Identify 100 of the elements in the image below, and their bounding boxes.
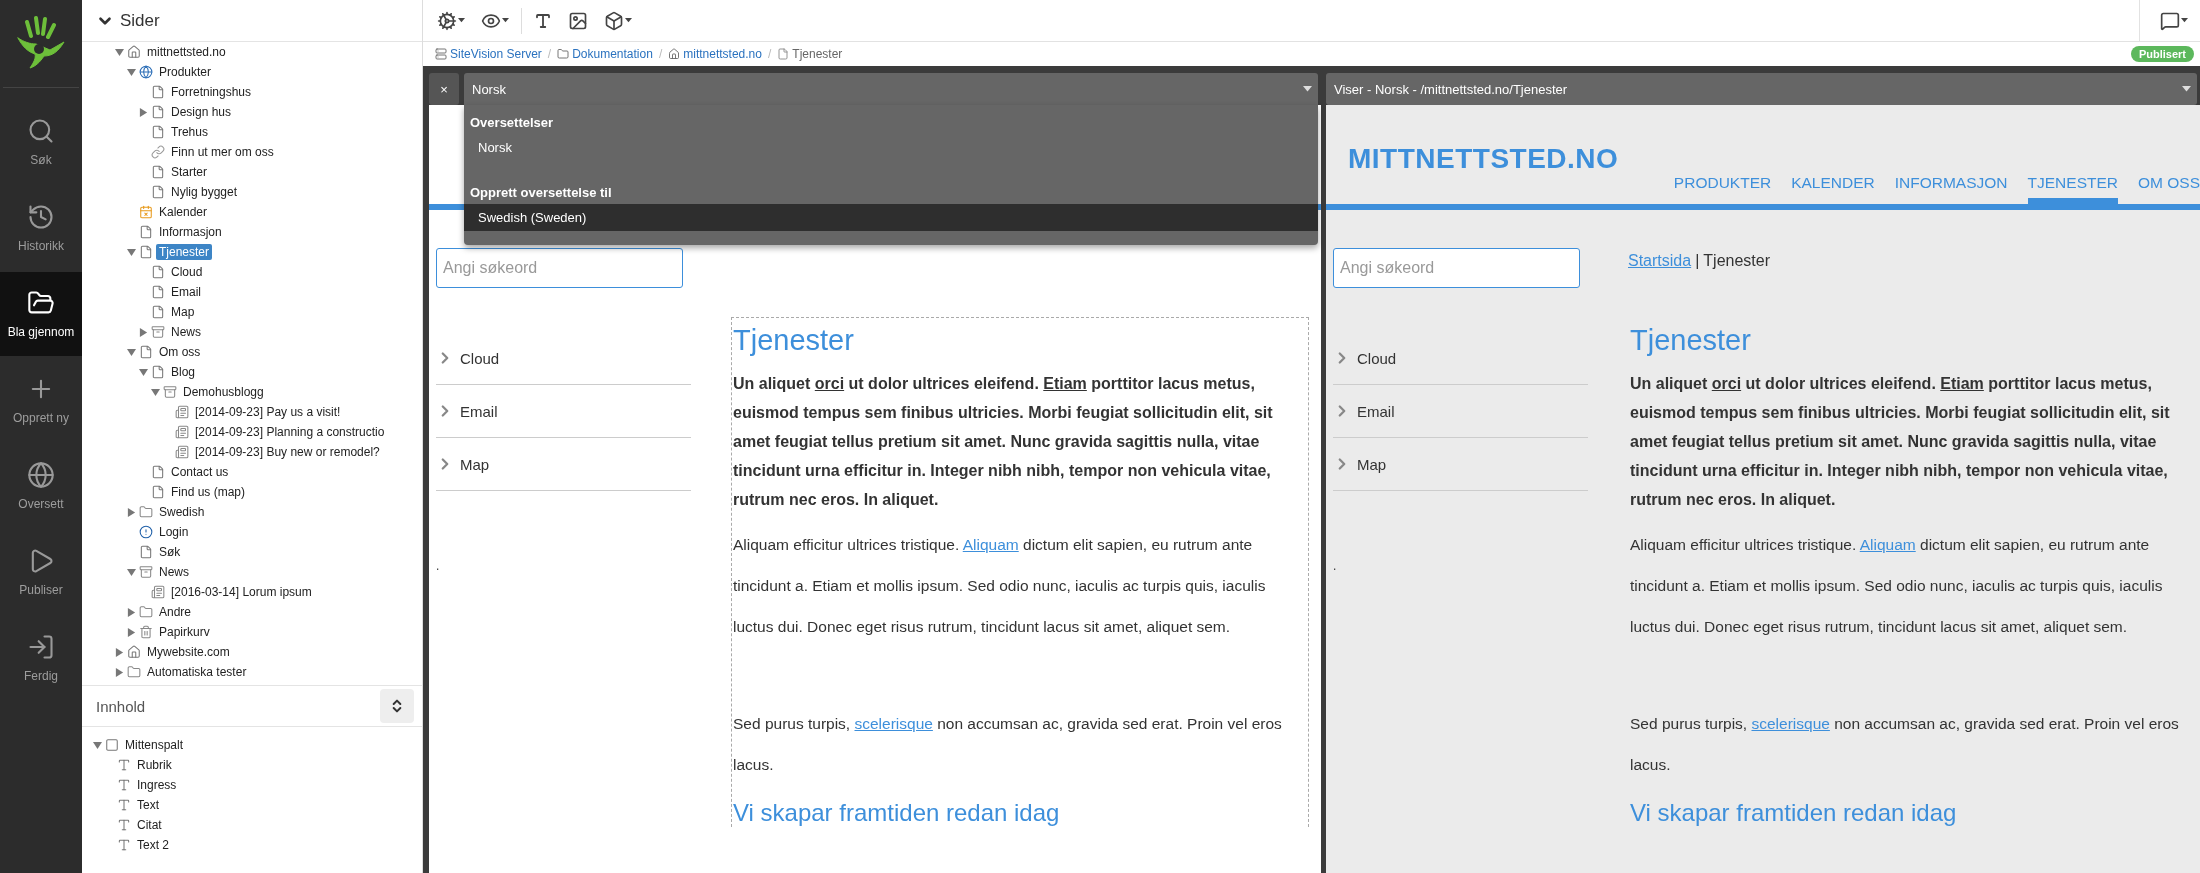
triangle-down-icon[interactable] bbox=[126, 67, 136, 77]
tree-item[interactable]: Nylig bygget bbox=[168, 184, 241, 200]
tree-item[interactable]: Design hus bbox=[168, 104, 235, 120]
triangle-right-icon[interactable] bbox=[126, 627, 136, 637]
triangle-down-icon[interactable] bbox=[126, 247, 136, 257]
tree-item[interactable]: Trehus bbox=[168, 124, 211, 140]
rail-button[interactable]: Opprett ny bbox=[0, 358, 82, 442]
triangle-right-icon[interactable] bbox=[114, 647, 124, 657]
tree-item[interactable]: Tjenester bbox=[156, 244, 213, 260]
triangle-right-icon[interactable] bbox=[114, 667, 124, 677]
type-icon bbox=[117, 758, 131, 772]
menu-option[interactable]: Norsk bbox=[464, 134, 1318, 161]
triangle-down-icon[interactable] bbox=[138, 367, 148, 377]
breadcrumb-link[interactable]: SiteVision Server bbox=[435, 47, 542, 61]
triangle-down-icon[interactable] bbox=[126, 347, 136, 357]
page-icon bbox=[151, 485, 165, 499]
link-icon bbox=[151, 145, 165, 159]
tree-item[interactable]: [2014-09-23] Planning a constructio bbox=[192, 424, 388, 440]
subnav-link[interactable]: Map bbox=[460, 455, 490, 473]
text-link[interactable]: Etiam bbox=[1043, 375, 1087, 392]
subnav-link[interactable]: Email bbox=[460, 402, 498, 420]
triangle-down-icon[interactable] bbox=[92, 740, 102, 750]
tree-item[interactable]: [2014-09-23] Buy new or remodel? bbox=[192, 444, 383, 460]
tree-item[interactable]: Mittenspalt bbox=[122, 737, 187, 753]
triangle-right-icon[interactable] bbox=[126, 507, 136, 517]
page-icon bbox=[151, 125, 165, 139]
tree-item[interactable]: Find us (map) bbox=[168, 484, 249, 500]
menu-option[interactable]: Swedish (Sweden) bbox=[464, 204, 1318, 231]
panel-title: Sider bbox=[120, 10, 160, 31]
tree-item[interactable]: Ingress bbox=[134, 777, 180, 793]
breadcrumb-separator: / bbox=[767, 47, 772, 61]
rail-button[interactable]: Publiser bbox=[0, 530, 82, 614]
tree-item[interactable]: Papirkurv bbox=[156, 624, 213, 640]
sort-button[interactable] bbox=[380, 689, 414, 723]
triangle-down-icon[interactable] bbox=[126, 567, 136, 577]
breadcrumb-link[interactable]: mittnettsted.no bbox=[668, 47, 762, 61]
select-field[interactable]: Norsk bbox=[464, 73, 1318, 105]
tree-item[interactable]: mittnettsted.no bbox=[144, 44, 229, 60]
tree-item[interactable]: Demohusblogg bbox=[180, 384, 267, 400]
caret-icon bbox=[2181, 18, 2188, 23]
tree-item[interactable]: Rubrik bbox=[134, 757, 175, 773]
close-button[interactable]: × bbox=[429, 73, 459, 105]
search-field[interactable]: Angi søkeord bbox=[436, 248, 683, 288]
folder-icon bbox=[557, 48, 570, 60]
tree-item[interactable]: Swedish bbox=[156, 504, 208, 520]
subnav-link[interactable]: Map bbox=[1357, 455, 1387, 473]
globe-icon bbox=[139, 65, 153, 79]
tree-item[interactable]: News bbox=[168, 324, 204, 340]
text-link[interactable]: scelerisque bbox=[854, 715, 933, 732]
tree-item[interactable]: Contact us bbox=[168, 464, 232, 480]
tree-item[interactable]: News bbox=[156, 564, 192, 580]
triangle-right-icon[interactable] bbox=[138, 107, 148, 117]
tree-item[interactable]: Andre bbox=[156, 604, 195, 620]
tree-item[interactable]: Forretningshus bbox=[168, 84, 255, 100]
rail-button[interactable]: Ferdig bbox=[0, 616, 82, 700]
select-field[interactable]: Viser - Norsk - /mittnettsted.no/Tjenester bbox=[1326, 73, 2197, 105]
type-icon bbox=[117, 818, 131, 832]
tree-item[interactable]: Text bbox=[134, 797, 162, 813]
search-field[interactable]: Angi søkeord bbox=[1333, 248, 1580, 288]
page-icon bbox=[151, 305, 165, 319]
tree-item[interactable]: Kalender bbox=[156, 204, 211, 220]
alert-icon bbox=[139, 525, 153, 539]
tree-item[interactable]: Automatiska tester bbox=[144, 664, 250, 680]
tree-item[interactable]: Finn ut mer om oss bbox=[168, 144, 277, 160]
tree-item[interactable]: Email bbox=[168, 284, 204, 300]
tree-item[interactable]: Mywebsite.com bbox=[144, 644, 233, 660]
newspaper-icon bbox=[175, 425, 189, 439]
triangle-right-icon[interactable] bbox=[126, 607, 136, 617]
breadcrumb-link[interactable]: Tjenester bbox=[777, 47, 843, 61]
tree-item[interactable]: Søk bbox=[156, 544, 184, 560]
rail-button[interactable]: Søk bbox=[0, 100, 82, 184]
tree-item[interactable]: Text 2 bbox=[134, 837, 172, 853]
subnav-link[interactable]: Cloud bbox=[460, 349, 500, 367]
text-link[interactable]: Aliquam bbox=[962, 536, 1019, 553]
tree-item[interactable]: Starter bbox=[168, 164, 210, 180]
text-link[interactable]: Etiam bbox=[1940, 375, 1984, 392]
tree-item[interactable]: Blog bbox=[168, 364, 199, 380]
tree-item[interactable]: [2016-03-14] Lorum ipsum bbox=[168, 584, 315, 600]
text-link[interactable]: orci bbox=[1711, 375, 1742, 392]
breadcrumb-link[interactable]: Dokumentation bbox=[557, 47, 653, 61]
text-link[interactable]: orci bbox=[814, 375, 845, 392]
rail-button[interactable]: Bla gjennom bbox=[0, 272, 82, 356]
tree-item[interactable]: Citat bbox=[134, 817, 165, 833]
tree-item[interactable]: Login bbox=[156, 524, 192, 540]
tree-item[interactable]: Informasjon bbox=[156, 224, 225, 240]
tree-item[interactable]: [2014-09-23] Pay us a visit! bbox=[192, 404, 344, 420]
tree-item[interactable]: Map bbox=[168, 304, 198, 320]
tree-item[interactable]: Produkter bbox=[156, 64, 215, 80]
triangle-right-icon[interactable] bbox=[138, 327, 148, 337]
folder-icon bbox=[127, 665, 141, 679]
tree-item[interactable]: Cloud bbox=[168, 264, 206, 280]
triangle-down-icon[interactable] bbox=[114, 47, 124, 57]
rail-button[interactable]: Oversett bbox=[0, 444, 82, 528]
rail-button[interactable]: Historikk bbox=[0, 186, 82, 270]
tree-item[interactable]: Om oss bbox=[156, 344, 204, 360]
subnav-link[interactable]: Cloud bbox=[1357, 349, 1397, 367]
triangle-down-icon[interactable] bbox=[150, 387, 160, 397]
type-icon bbox=[117, 798, 131, 812]
subnav-link[interactable]: Email bbox=[1357, 402, 1395, 420]
menu-group-label: Opprett oversettelse til bbox=[469, 184, 613, 202]
